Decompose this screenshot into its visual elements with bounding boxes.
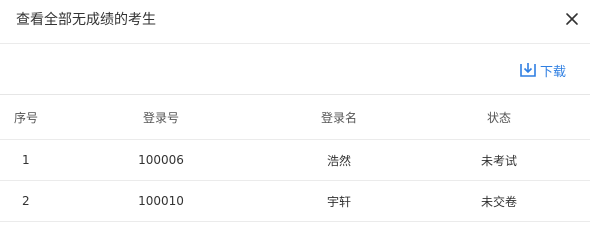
table-row: 1 100006 浩然 未考试 xyxy=(0,139,590,181)
download-button[interactable]: 下载 xyxy=(519,60,566,80)
download-icon xyxy=(520,63,536,77)
dialog-header: 查看全部无成绩的考生 xyxy=(0,0,590,44)
students-table: 序号 登录号 登录名 状态 1 100006 浩然 未考试 2 100010 宇… xyxy=(0,96,590,222)
cell-login-name: 浩然 xyxy=(270,139,408,181)
cell-login-id: 100006 xyxy=(52,139,270,181)
cell-status: 未交卷 xyxy=(408,180,590,222)
table-header-row: 序号 登录号 登录名 状态 xyxy=(0,96,590,140)
close-icon xyxy=(566,13,578,25)
cell-login-name: 宇轩 xyxy=(270,180,408,222)
column-header-seq: 序号 xyxy=(0,96,52,140)
cell-status: 未考试 xyxy=(408,139,590,181)
column-header-login-id: 登录号 xyxy=(52,96,270,140)
no-score-students-dialog: 查看全部无成绩的考生 下载 序号 登录号 登录名 状态 1 100006 浩然 … xyxy=(0,0,590,250)
download-label: 下载 xyxy=(540,64,567,80)
column-header-login-name: 登录名 xyxy=(270,96,408,140)
cell-login-id: 100010 xyxy=(52,180,270,222)
cell-seq: 1 xyxy=(0,139,52,181)
cell-seq: 2 xyxy=(0,180,52,222)
table-row: 2 100010 宇轩 未交卷 xyxy=(0,180,590,222)
column-header-status: 状态 xyxy=(408,96,590,140)
close-button[interactable] xyxy=(562,9,582,29)
dialog-title: 查看全部无成绩的考生 xyxy=(16,12,156,28)
toolbar: 下载 xyxy=(0,45,590,95)
